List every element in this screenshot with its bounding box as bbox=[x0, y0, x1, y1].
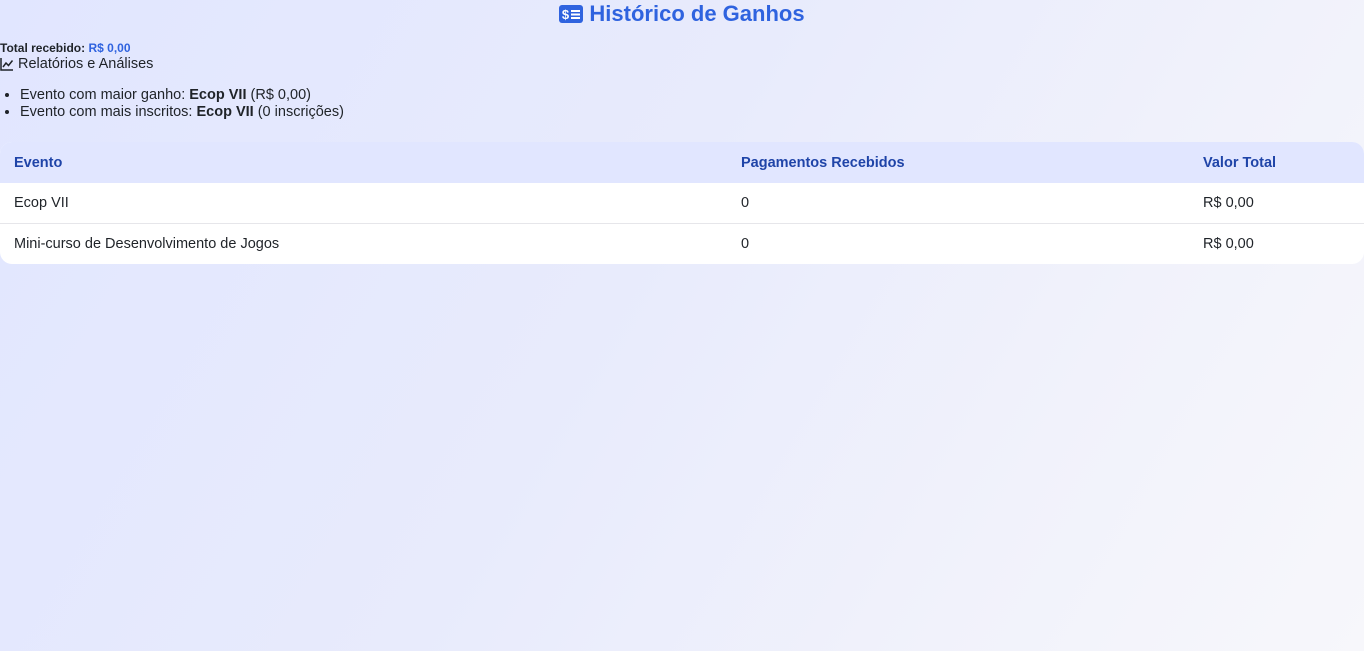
column-header-payments: Pagamentos Recebidos bbox=[741, 154, 905, 171]
table-header-row: Evento Pagamentos Recebidos Valor Total bbox=[0, 142, 1364, 183]
page-header: $ Histórico de Ganhos bbox=[0, 0, 1364, 28]
reports-heading: Relatórios e Análises bbox=[0, 55, 153, 73]
cell-total: R$ 0,00 bbox=[1189, 223, 1364, 264]
earnings-table-card: Evento Pagamentos Recebidos Valor Total … bbox=[0, 142, 1364, 264]
cell-event: Mini-curso de Desenvolvimento de Jogos bbox=[0, 223, 727, 264]
table-row: Mini-curso de Desenvolvimento de Jogos 0… bbox=[0, 223, 1364, 264]
stats-list: Evento com maior ganho: Ecop VII (R$ 0,0… bbox=[0, 87, 344, 121]
stat-most-subscriptions-prefix: Evento com mais inscritos: bbox=[20, 104, 197, 120]
table-row: Ecop VII 0 R$ 0,00 bbox=[0, 183, 1364, 224]
stat-most-subscriptions-detail: (0 inscrições) bbox=[253, 104, 344, 120]
stat-highest-gain-event: Ecop VII bbox=[189, 87, 247, 103]
stat-most-subscriptions: Evento com mais inscritos: Ecop VII (0 i… bbox=[20, 104, 344, 121]
cell-payments: 0 bbox=[741, 195, 750, 211]
total-received: Total recebido: R$ 0,00 bbox=[0, 40, 131, 56]
cell-payments: 0 bbox=[727, 223, 1189, 264]
total-received-label: Total recebido: bbox=[0, 41, 86, 55]
column-header-event: Evento bbox=[14, 154, 63, 171]
svg-text:$: $ bbox=[562, 7, 570, 22]
page-title-text: Histórico de Ganhos bbox=[589, 1, 805, 26]
earnings-table: Evento Pagamentos Recebidos Valor Total … bbox=[0, 142, 1364, 264]
cell-event: Ecop VII bbox=[14, 195, 69, 211]
stat-highest-gain-prefix: Evento com maior ganho: bbox=[20, 87, 190, 103]
column-header-total: Valor Total bbox=[1203, 154, 1277, 171]
reports-heading-label: Relatórios e Análises bbox=[18, 56, 154, 72]
chart-line-icon bbox=[0, 57, 14, 71]
total-received-value: R$ 0,00 bbox=[88, 41, 131, 55]
stat-most-subscriptions-event: Ecop VII bbox=[196, 104, 254, 120]
stat-highest-gain-detail: (R$ 0,00) bbox=[246, 87, 311, 103]
money-bill-icon: $ bbox=[559, 5, 584, 23]
page-title: $ Histórico de Ganhos bbox=[559, 0, 805, 28]
stat-highest-gain: Evento com maior ganho: Ecop VII (R$ 0,0… bbox=[20, 87, 344, 104]
cell-total: R$ 0,00 bbox=[1203, 195, 1254, 211]
